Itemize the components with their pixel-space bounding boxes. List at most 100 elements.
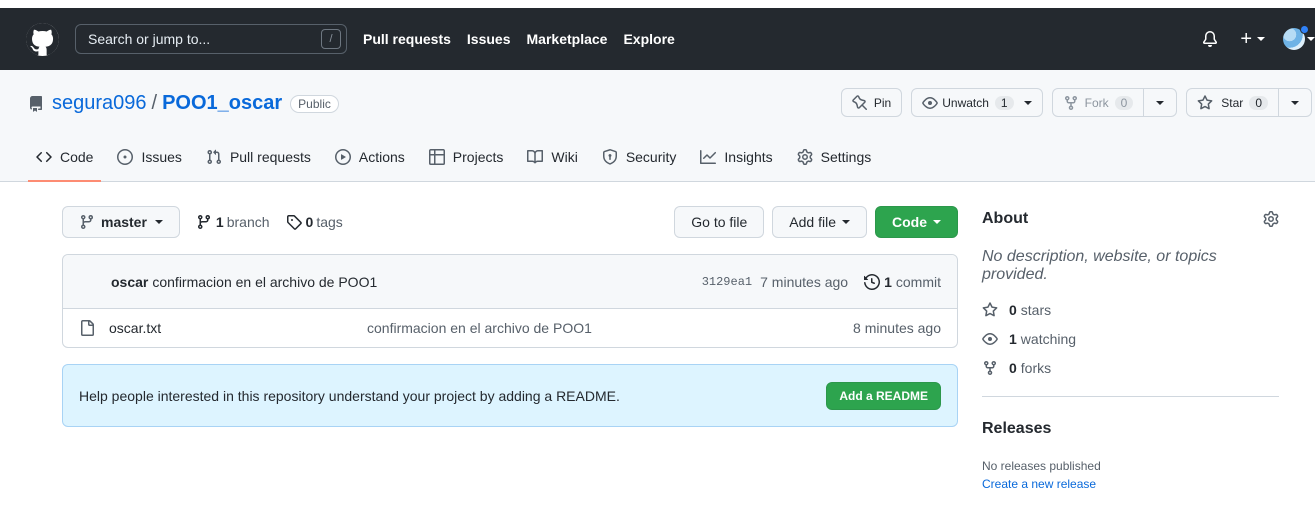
tab-pull-requests[interactable]: Pull requests bbox=[198, 133, 319, 181]
add-file-button[interactable]: Add file bbox=[772, 206, 867, 238]
releases-title[interactable]: Releases bbox=[982, 420, 1279, 438]
tab-code[interactable]: Code bbox=[28, 133, 102, 182]
chevron-down-icon bbox=[1023, 100, 1032, 105]
code-button[interactable]: Code bbox=[875, 206, 958, 238]
create-new-menu[interactable]: + bbox=[1240, 28, 1265, 51]
search-input[interactable]: Search or jump to... / bbox=[75, 24, 347, 54]
star-button[interactable]: Star 0 bbox=[1186, 88, 1312, 117]
top-strip bbox=[0, 0, 1315, 8]
table-row: oscar.txt confirmacion en el archivo de … bbox=[63, 309, 957, 347]
gear-icon[interactable] bbox=[1263, 211, 1279, 227]
sidebar: About No description, website, or topics… bbox=[982, 210, 1279, 491]
chevron-down-icon bbox=[154, 220, 163, 224]
branch-selector[interactable]: master bbox=[62, 206, 180, 238]
search-shortcut-key: / bbox=[321, 29, 341, 49]
pin-button[interactable]: Pin bbox=[840, 88, 903, 117]
tab-label: Wiki bbox=[551, 149, 578, 165]
global-nav: Pull requests Issues Marketplace Explore bbox=[363, 31, 691, 47]
tab-label: Issues bbox=[141, 149, 182, 165]
tags-link[interactable]: 0 tags bbox=[286, 214, 343, 230]
chevron-down-icon[interactable] bbox=[1291, 100, 1299, 105]
branch-icon bbox=[197, 215, 210, 230]
about-header: About bbox=[982, 210, 1279, 228]
repo-title: segura096 / POO1_oscar Public bbox=[28, 92, 339, 115]
create-release-link[interactable]: Create a new release bbox=[982, 477, 1279, 491]
file-list: oscar confirmacion en el archivo de POO1… bbox=[62, 254, 958, 348]
watching-word: watching bbox=[1020, 331, 1077, 347]
pull-request-icon bbox=[207, 149, 221, 165]
issue-icon bbox=[117, 149, 134, 165]
tab-wiki[interactable]: Wiki bbox=[519, 133, 585, 181]
watch-count: 1 bbox=[994, 95, 1014, 110]
forks-count: 0 bbox=[1009, 360, 1017, 376]
tab-actions[interactable]: Actions bbox=[327, 133, 413, 181]
forks-word: forks bbox=[1020, 360, 1052, 376]
go-to-file-button[interactable]: Go to file bbox=[674, 206, 765, 238]
fork-button[interactable]: Fork 0 bbox=[1051, 88, 1178, 117]
tag-icon bbox=[286, 215, 302, 230]
tab-label: Settings bbox=[820, 149, 872, 165]
repo-actions: Pin Unwatch 1 Fork 0 Star 0 bbox=[832, 88, 1312, 117]
readme-prompt-text: Help people interested in this repositor… bbox=[79, 387, 620, 404]
gear-icon bbox=[797, 149, 813, 165]
fork-icon bbox=[1064, 95, 1077, 110]
unwatch-button[interactable]: Unwatch 1 bbox=[911, 88, 1043, 117]
pin-icon bbox=[852, 94, 867, 110]
stars-word: stars bbox=[1020, 302, 1052, 318]
add-readme-button[interactable]: Add a README bbox=[826, 381, 941, 410]
nav-issues[interactable]: Issues bbox=[467, 31, 511, 47]
watchers-link[interactable]: 1 watching bbox=[982, 331, 1279, 347]
branch-word: branch bbox=[226, 214, 270, 230]
bell-icon[interactable] bbox=[1202, 31, 1218, 47]
search-placeholder: Search or jump to... bbox=[88, 31, 211, 47]
avatar[interactable] bbox=[1283, 25, 1309, 50]
unwatch-label: Unwatch bbox=[942, 95, 989, 110]
code-icon bbox=[36, 151, 52, 163]
commit-author[interactable]: oscar bbox=[111, 274, 148, 290]
about-title: About bbox=[982, 210, 1029, 227]
branch-icon bbox=[80, 215, 93, 230]
star-count: 0 bbox=[1249, 95, 1268, 110]
chevron-down-icon[interactable] bbox=[1307, 37, 1315, 41]
repo-owner-link[interactable]: segura096 bbox=[52, 92, 147, 115]
tab-projects[interactable]: Projects bbox=[421, 133, 512, 181]
no-releases-text: No releases published bbox=[982, 459, 1101, 473]
chevron-down-icon bbox=[1257, 37, 1265, 41]
commit-sha[interactable]: 3129ea1 bbox=[702, 275, 752, 289]
branch-name: master bbox=[101, 214, 147, 230]
tab-settings[interactable]: Settings bbox=[789, 133, 880, 181]
file-commit-message[interactable]: confirmacion en el archivo de POO1 bbox=[367, 320, 853, 336]
tab-issues[interactable]: Issues bbox=[109, 133, 189, 181]
file-name-link[interactable]: oscar.txt bbox=[109, 320, 367, 336]
history-icon bbox=[864, 273, 881, 290]
repo-name-link[interactable]: POO1_oscar bbox=[162, 92, 282, 115]
branch-bar: master 1 branch 0 tags Go to file Add fi… bbox=[62, 206, 958, 238]
forks-link[interactable]: 0 forks bbox=[982, 360, 1279, 376]
table-icon bbox=[428, 149, 445, 165]
nav-pull-requests[interactable]: Pull requests bbox=[363, 31, 451, 47]
latest-commit-row: oscar confirmacion en el archivo de POO1… bbox=[63, 255, 957, 309]
tab-insights[interactable]: Insights bbox=[692, 133, 780, 181]
commits-link[interactable]: 1 commit bbox=[864, 274, 941, 290]
repo-icon bbox=[29, 95, 42, 112]
branches-link[interactable]: 1 branch bbox=[196, 214, 270, 230]
stars-link[interactable]: 0 stars bbox=[982, 302, 1279, 318]
fork-count: 0 bbox=[1114, 95, 1134, 110]
branch-count: 1 bbox=[215, 214, 224, 230]
chevron-down-icon[interactable] bbox=[1156, 100, 1165, 105]
fork-icon bbox=[984, 361, 996, 376]
nav-marketplace[interactable]: Marketplace bbox=[527, 31, 608, 47]
tab-label: Code bbox=[60, 149, 94, 165]
tab-security[interactable]: Security bbox=[594, 133, 685, 181]
visibility-badge: Public bbox=[290, 94, 339, 113]
commit-count: 1 bbox=[884, 273, 892, 290]
nav-explore[interactable]: Explore bbox=[623, 31, 674, 47]
play-icon bbox=[334, 149, 351, 165]
star-icon bbox=[982, 302, 998, 317]
tag-word: tags bbox=[316, 214, 343, 230]
github-logo-icon[interactable] bbox=[26, 22, 59, 56]
chevron-down-icon bbox=[842, 220, 850, 224]
chevron-down-icon bbox=[933, 220, 941, 224]
commit-message[interactable]: confirmacion en el archivo de POO1 bbox=[152, 274, 377, 290]
star-label: Star bbox=[1221, 95, 1244, 110]
